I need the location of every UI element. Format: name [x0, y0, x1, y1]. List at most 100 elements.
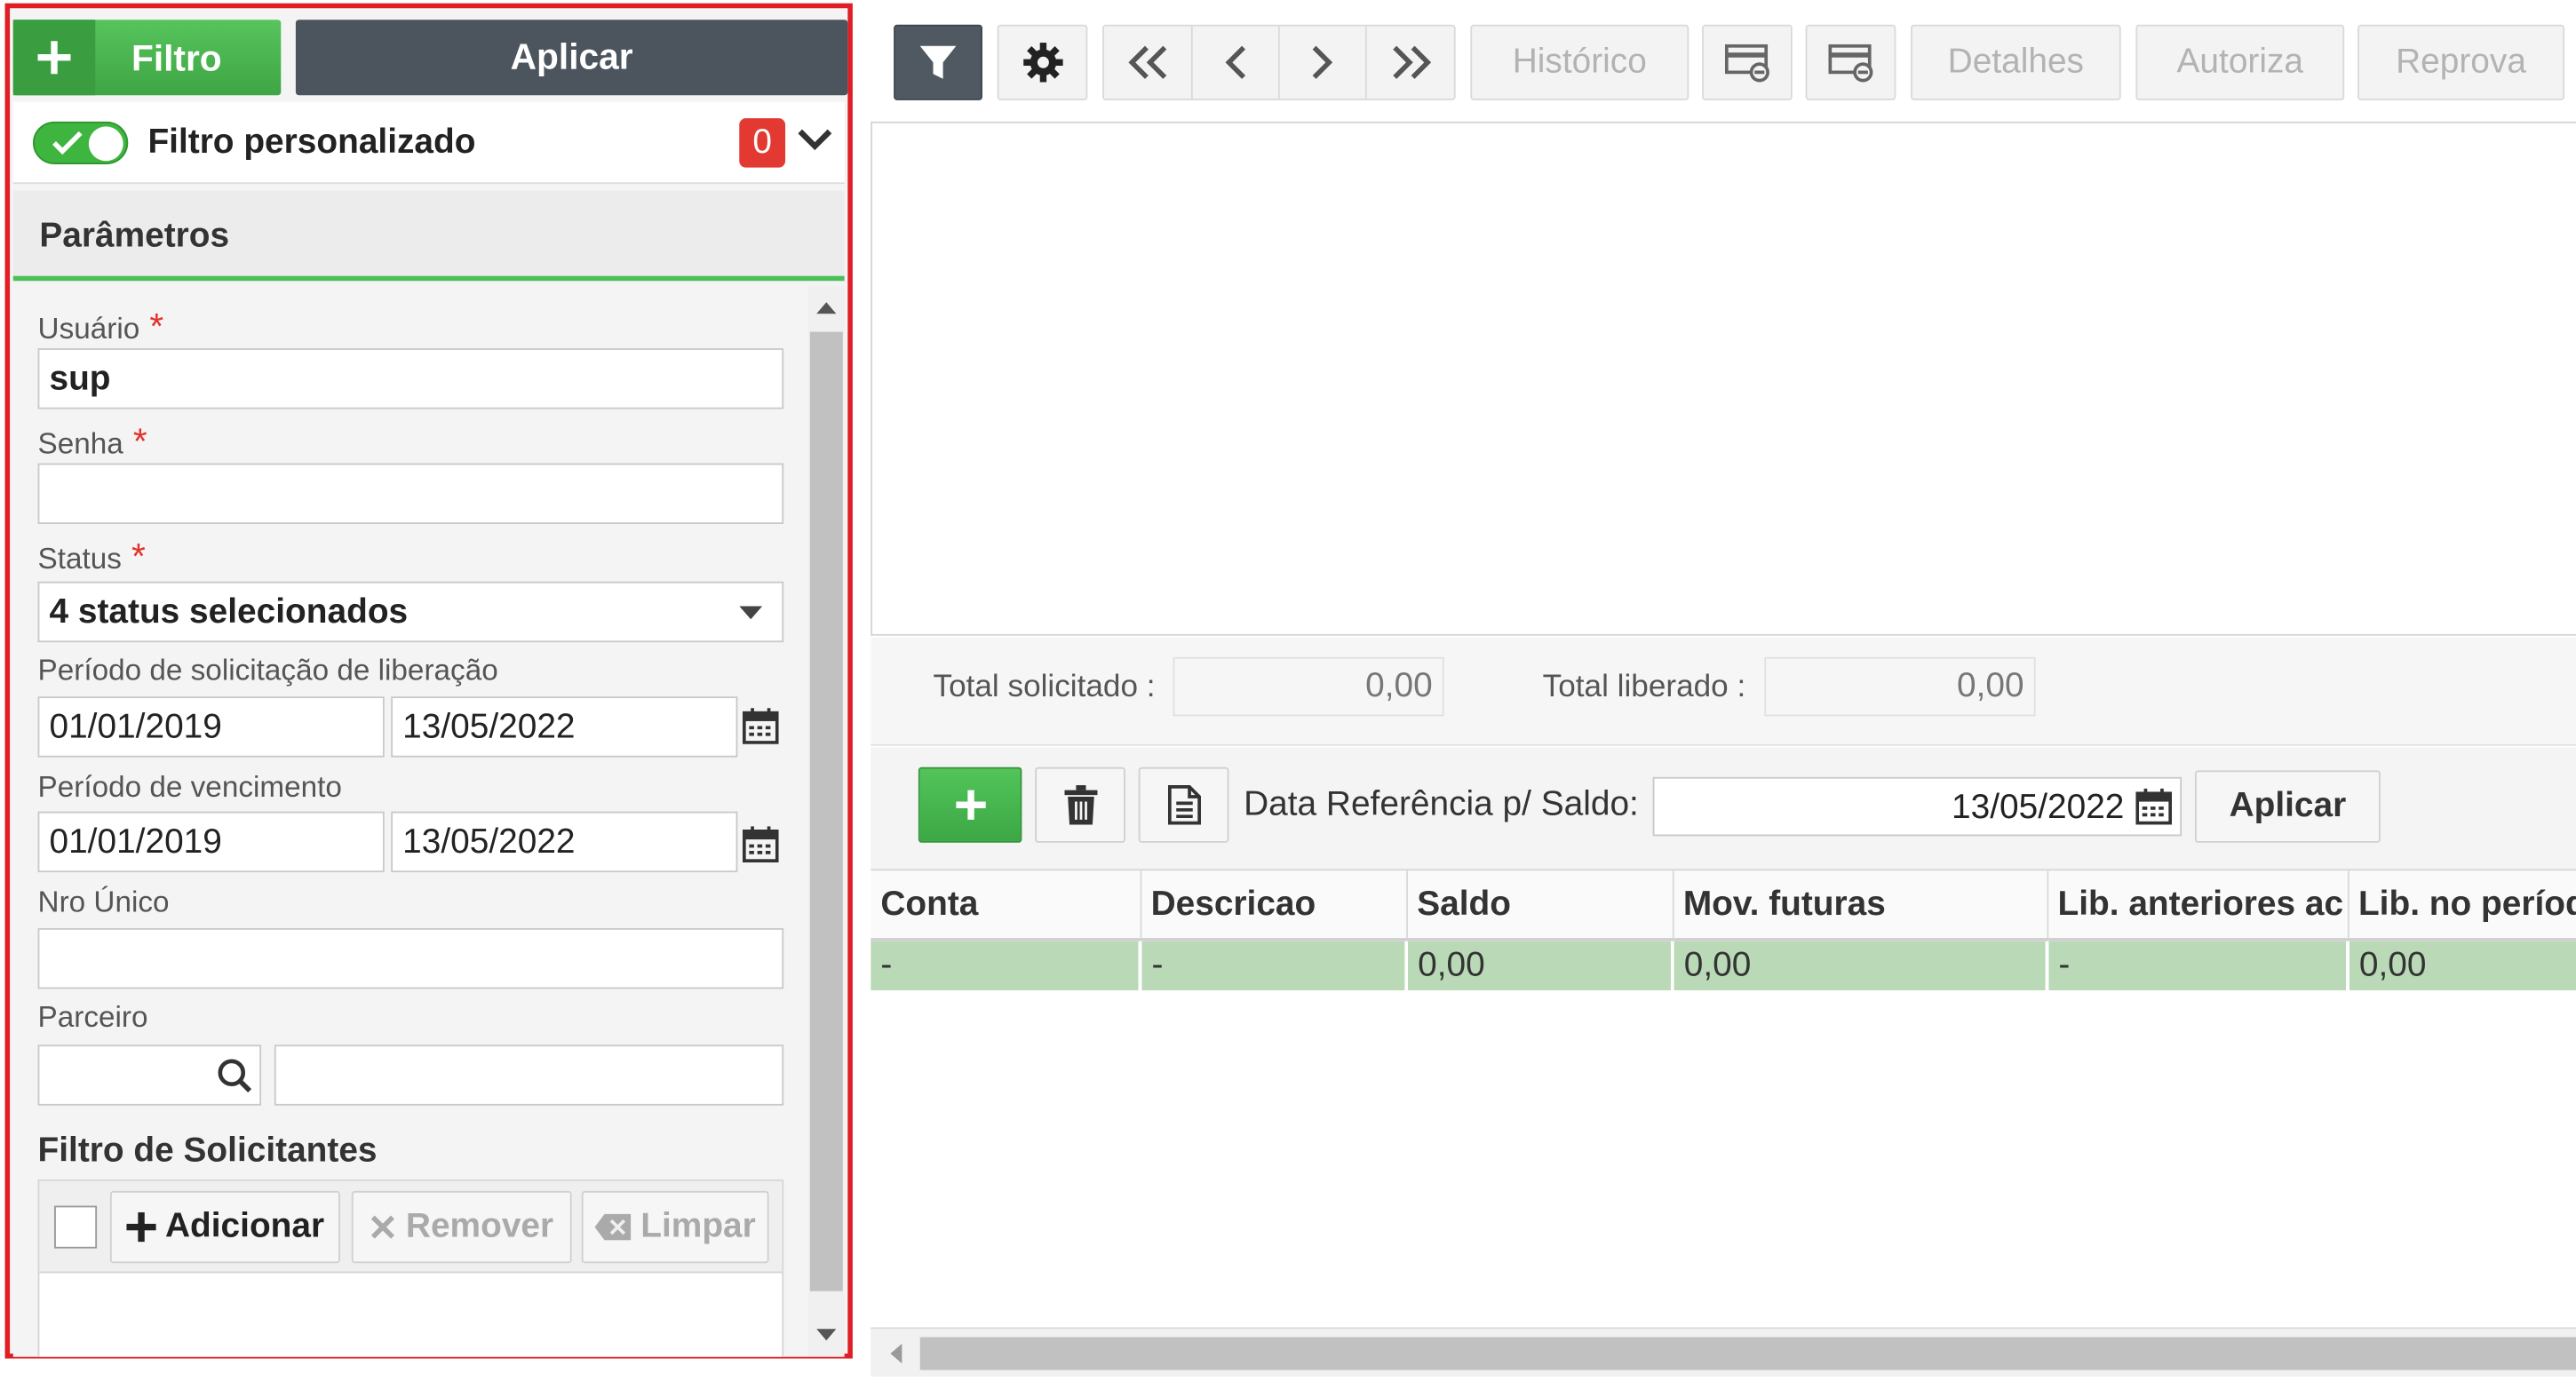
delete-button[interactable] — [1035, 767, 1125, 843]
periodo-vencimento-label: Período de vencimento — [37, 770, 342, 804]
column-header-mov-futuras[interactable]: Mov. futuras — [1672, 870, 2048, 941]
parceiro-code-input[interactable] — [37, 1045, 262, 1106]
close-icon — [370, 1215, 395, 1239]
periodo-solicitacao-label: Período de solicitação de liberação — [37, 654, 498, 687]
column-header-conta[interactable]: Conta — [871, 870, 1141, 941]
filter-count-badge: 0 — [739, 118, 786, 168]
parceiro-label: Parceiro — [37, 1000, 148, 1034]
chevron-right-icon — [1312, 45, 1333, 79]
double-chevron-left-icon — [1127, 45, 1166, 79]
params-form: Usuário * sup Senha * Status * 4 status sel… — [12, 285, 808, 1357]
last-record-button[interactable] — [1367, 27, 1454, 99]
periodo-vencimento-from[interactable]: 01/01/2019 — [37, 811, 385, 873]
scroll-up-arrow-icon[interactable] — [816, 302, 837, 314]
aplicar-filter-button[interactable]: Aplicar — [295, 20, 848, 96]
chevron-left-icon — [1225, 45, 1246, 79]
check-icon — [52, 131, 83, 155]
chevron-down-icon[interactable] — [795, 125, 834, 155]
navigation-group — [1102, 24, 1456, 100]
reprova-button[interactable]: Reprova — [2357, 24, 2565, 100]
status-label: Status * — [37, 535, 146, 577]
column-header-lib-periodo[interactable]: Lib. no período — [2347, 870, 2576, 941]
search-icon[interactable] — [217, 1058, 253, 1094]
custom-filter-label: Filtro personalizado — [147, 123, 476, 162]
plus-icon — [12, 20, 96, 96]
remover-button[interactable]: Remover — [351, 1190, 572, 1264]
column-header-saldo[interactable]: Saldo — [1406, 870, 1674, 941]
autoriza-button[interactable]: Autoriza — [2135, 24, 2345, 100]
filtro-button[interactable]: Filtro — [12, 20, 282, 96]
gear-icon — [1022, 43, 1062, 83]
total-liberado-label: Total liberado : — [1542, 670, 1746, 705]
requests-grid — [871, 121, 2576, 636]
grid-horizontal-scrollbar[interactable] — [871, 1327, 2576, 1377]
parceiro-name-input[interactable] — [274, 1045, 784, 1106]
total-liberado-value: 0,00 — [1764, 656, 2036, 717]
table-cell: 0,00 — [1406, 939, 1674, 991]
filtro-label: Filtro — [131, 37, 222, 79]
double-chevron-right-icon — [1392, 45, 1431, 79]
add-button[interactable] — [918, 767, 1022, 843]
scroll-thumb[interactable] — [919, 1337, 2576, 1370]
nro-unico-label: Nro Único — [37, 885, 170, 918]
table-cell: - — [871, 939, 1142, 991]
calendar-icon[interactable] — [2135, 788, 2173, 825]
solicitantes-title: Filtro de Solicitantes — [37, 1132, 378, 1170]
periodo-solicitacao-to[interactable]: 13/05/2022 — [391, 696, 738, 758]
adicionar-button[interactable]: Adicionar — [109, 1190, 340, 1264]
column-header-descricao[interactable]: Descricao — [1140, 870, 1408, 941]
table-row[interactable]: - - 0,00 0,00 - 0,00 — [871, 939, 2576, 991]
table-cell: - — [1140, 939, 1409, 991]
settings-button[interactable] — [997, 24, 1088, 100]
custom-filter-row: Filtro personalizado 0 — [12, 101, 845, 185]
column-header-lib-anteriores[interactable]: Lib. anteriores ac — [2047, 870, 2349, 941]
select-all-checkbox[interactable] — [54, 1205, 98, 1249]
historico-button[interactable]: Histórico — [1470, 24, 1690, 100]
credit-card-icon — [1827, 44, 1872, 83]
previous-record-button[interactable] — [1193, 26, 1280, 99]
next-record-button[interactable] — [1280, 26, 1367, 99]
total-solicitado-label: Total solicitado : — [933, 670, 1156, 705]
screen: Filtro Aplicar Filtro personalizado 0 Pa… — [0, 0, 2576, 1384]
periodo-solicitacao-from[interactable]: 01/01/2019 — [37, 696, 385, 758]
senha-input[interactable] — [37, 463, 784, 524]
card-remove-button-2[interactable] — [1805, 24, 1896, 100]
backspace-icon — [594, 1213, 632, 1241]
document-button[interactable] — [1138, 767, 1229, 843]
first-record-button[interactable] — [1104, 26, 1193, 99]
filter-toggle-button[interactable] — [894, 24, 983, 100]
table-cell: 0,00 — [1672, 939, 2049, 991]
saldo-date-label: Data Referência p/ Saldo: — [1244, 785, 1639, 823]
scroll-down-arrow-icon[interactable] — [816, 1329, 837, 1341]
saldo-date-input[interactable]: 13/05/2022 — [1652, 776, 2182, 837]
scroll-left-arrow-icon[interactable] — [890, 1343, 902, 1364]
card-remove-button[interactable] — [1702, 24, 1793, 100]
document-icon — [1167, 785, 1201, 825]
calendar-icon[interactable] — [742, 826, 779, 862]
plus-icon — [125, 1211, 155, 1243]
saldo-aplicar-button[interactable]: Aplicar — [2194, 770, 2381, 843]
custom-filter-toggle[interactable] — [32, 121, 129, 164]
senha-label: Senha * — [37, 420, 147, 462]
credit-card-icon — [1724, 44, 1769, 83]
detalhes-button[interactable]: Detalhes — [1910, 24, 2121, 100]
dropdown-arrow-icon — [739, 606, 763, 620]
periodo-vencimento-to[interactable]: 13/05/2022 — [391, 811, 738, 873]
params-scrollbar[interactable] — [807, 285, 845, 1357]
trash-icon — [1063, 785, 1097, 825]
funnel-icon — [919, 45, 957, 79]
status-value: 4 status selecionados — [49, 592, 409, 631]
table-cell: 0,00 — [2347, 939, 2576, 991]
nro-unico-input[interactable] — [37, 927, 784, 989]
table-cell: - — [2047, 939, 2349, 991]
status-select[interactable]: 4 status selecionados — [37, 581, 784, 643]
limpar-button[interactable]: Limpar — [581, 1190, 769, 1264]
params-title: Parâmetros — [39, 217, 230, 255]
usuario-label: Usuário * — [37, 306, 164, 347]
table-header-row: Conta Descricao Saldo Mov. futuras Lib. … — [871, 870, 2576, 941]
calendar-icon[interactable] — [742, 708, 779, 744]
params-header: Parâmetros — [12, 190, 845, 282]
scroll-thumb[interactable] — [809, 331, 843, 1291]
balance-grid: Conta Descricao Saldo Mov. futuras Lib. … — [871, 869, 2576, 1330]
usuario-input[interactable]: sup — [37, 348, 784, 409]
